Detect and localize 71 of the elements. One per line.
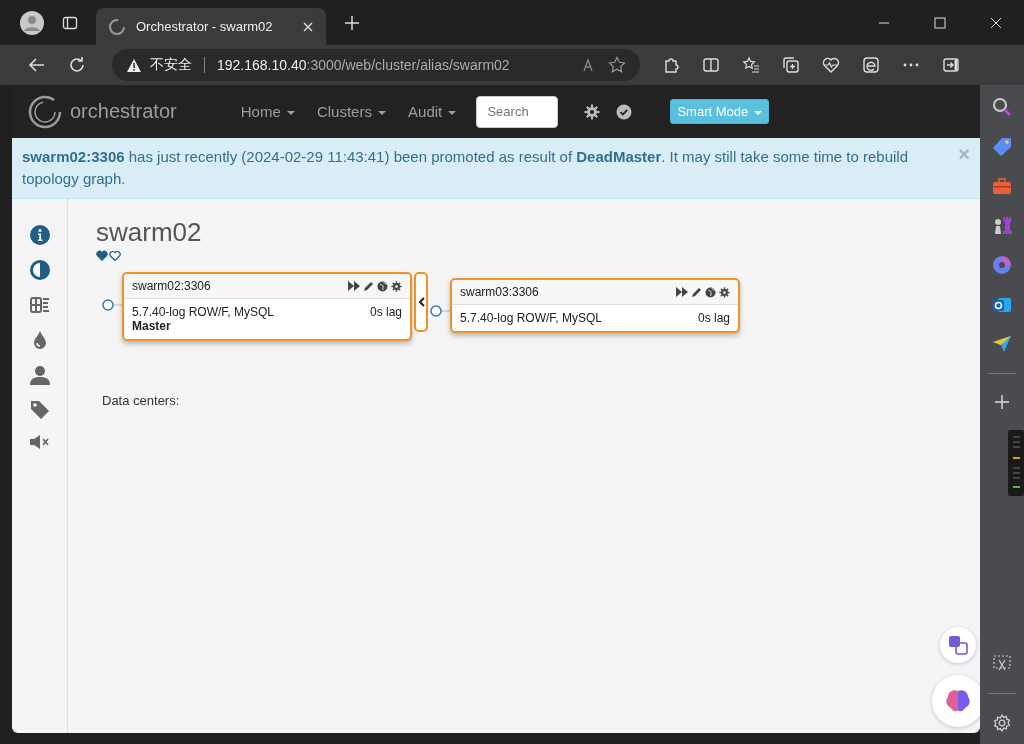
gear-icon[interactable] [391, 280, 402, 292]
info-icon[interactable] [29, 225, 50, 245]
search-field[interactable]: Search [476, 95, 559, 128]
drop-icon[interactable] [31, 330, 48, 350]
favorite-star-icon[interactable] [608, 56, 626, 74]
tag-icon[interactable] [992, 137, 1012, 157]
brain-icon [945, 689, 971, 713]
chess-pieces-icon[interactable] [992, 215, 1012, 235]
browser-tab[interactable]: Orchestrator - swarm02 [96, 8, 326, 45]
collapse-handle[interactable] [414, 272, 428, 332]
instance-version: 5.7.40-log ROW/F, MySQL [132, 305, 275, 319]
gear-icon[interactable] [719, 286, 730, 298]
nav-menu[interactable]: Clusters [316, 103, 387, 120]
cluster-title: swarm02 [96, 217, 203, 248]
instance-node[interactable]: swarm02:3306 5.7.40-log ROW/F, MySQL 0s lag Master [122, 272, 412, 341]
split-screen-icon[interactable] [702, 56, 720, 74]
replication-lag: 0s lag [697, 311, 730, 325]
fast-forward-icon[interactable] [348, 281, 360, 291]
nav-menu[interactable]: Audit [408, 103, 457, 120]
instance-name: swarm02:3306 [132, 279, 211, 293]
replication-lag: 0s lag [369, 305, 402, 319]
loading-icon [108, 17, 126, 36]
toolbox-icon[interactable] [992, 177, 1012, 195]
settings-icon[interactable] [993, 714, 1011, 732]
close-icon[interactable] [302, 20, 314, 33]
tab-title: Orchestrator - swarm02 [136, 19, 274, 34]
contrast-icon[interactable] [29, 260, 50, 280]
chevron-left-icon[interactable] [417, 297, 425, 307]
pencil-icon[interactable] [363, 280, 374, 292]
instance-name: swarm03:3306 [460, 285, 539, 299]
search-icon[interactable] [992, 97, 1012, 117]
back-icon[interactable] [28, 56, 46, 74]
check-circle-icon[interactable] [616, 103, 633, 120]
fast-forward-icon[interactable] [676, 287, 688, 297]
instance-version: 5.7.40-log ROW/F, MySQL [460, 311, 603, 325]
mute-icon[interactable] [28, 435, 51, 449]
tag-icon[interactable] [29, 400, 50, 420]
paper-plane-icon[interactable] [992, 335, 1012, 353]
collections-icon[interactable] [782, 56, 800, 74]
add-icon[interactable] [994, 394, 1010, 410]
nav-menu[interactable]: Home [240, 103, 295, 120]
brand-name[interactable]: orchestrator [70, 100, 177, 123]
extensions-icon[interactable] [662, 56, 680, 74]
favorites-icon[interactable] [742, 56, 760, 74]
outlook-icon[interactable] [992, 295, 1012, 315]
ai-assistant-button[interactable] [932, 675, 980, 727]
instance-role: Master [132, 319, 172, 333]
refresh-icon[interactable] [68, 56, 86, 74]
profile-avatar-icon[interactable] [20, 10, 44, 35]
node-connector-icon [102, 299, 122, 311]
sidebar-toggle-icon[interactable] [942, 56, 960, 74]
translate-button[interactable] [940, 627, 976, 663]
ie-mode-icon[interactable] [862, 56, 880, 74]
tab-actions-icon[interactable] [62, 14, 78, 31]
pencil-icon[interactable] [691, 286, 702, 298]
heart-pulse-icon[interactable] [822, 56, 840, 74]
server-list-icon[interactable] [28, 295, 51, 315]
screenshot-icon[interactable] [993, 655, 1011, 673]
node-connector-icon [430, 305, 450, 317]
warning-icon [126, 57, 142, 73]
instance-node[interactable]: swarm03:3306 5.7.40-log ROW/F, MySQL 0s lag [450, 278, 740, 333]
maximize-icon[interactable] [934, 16, 946, 29]
orchestrator-logo-icon[interactable] [28, 94, 62, 129]
alert-message: swarm02:3306 has just recently (2024-02-29 11:43:41) been promoted as result of DeadMaster. It may still take some time to rebuild topology graph. [22, 147, 910, 189]
user-icon[interactable] [29, 365, 50, 385]
translate-icon [948, 635, 968, 655]
address-field[interactable]: 不安全 192.168.10.40:3000/web/cluster/alias/swarm02 [112, 49, 640, 81]
hearts-icon[interactable] [96, 250, 122, 262]
close-window-icon[interactable] [990, 16, 1002, 29]
new-tab-icon[interactable] [344, 14, 360, 31]
data-centers-label: Data centers: [102, 393, 181, 408]
